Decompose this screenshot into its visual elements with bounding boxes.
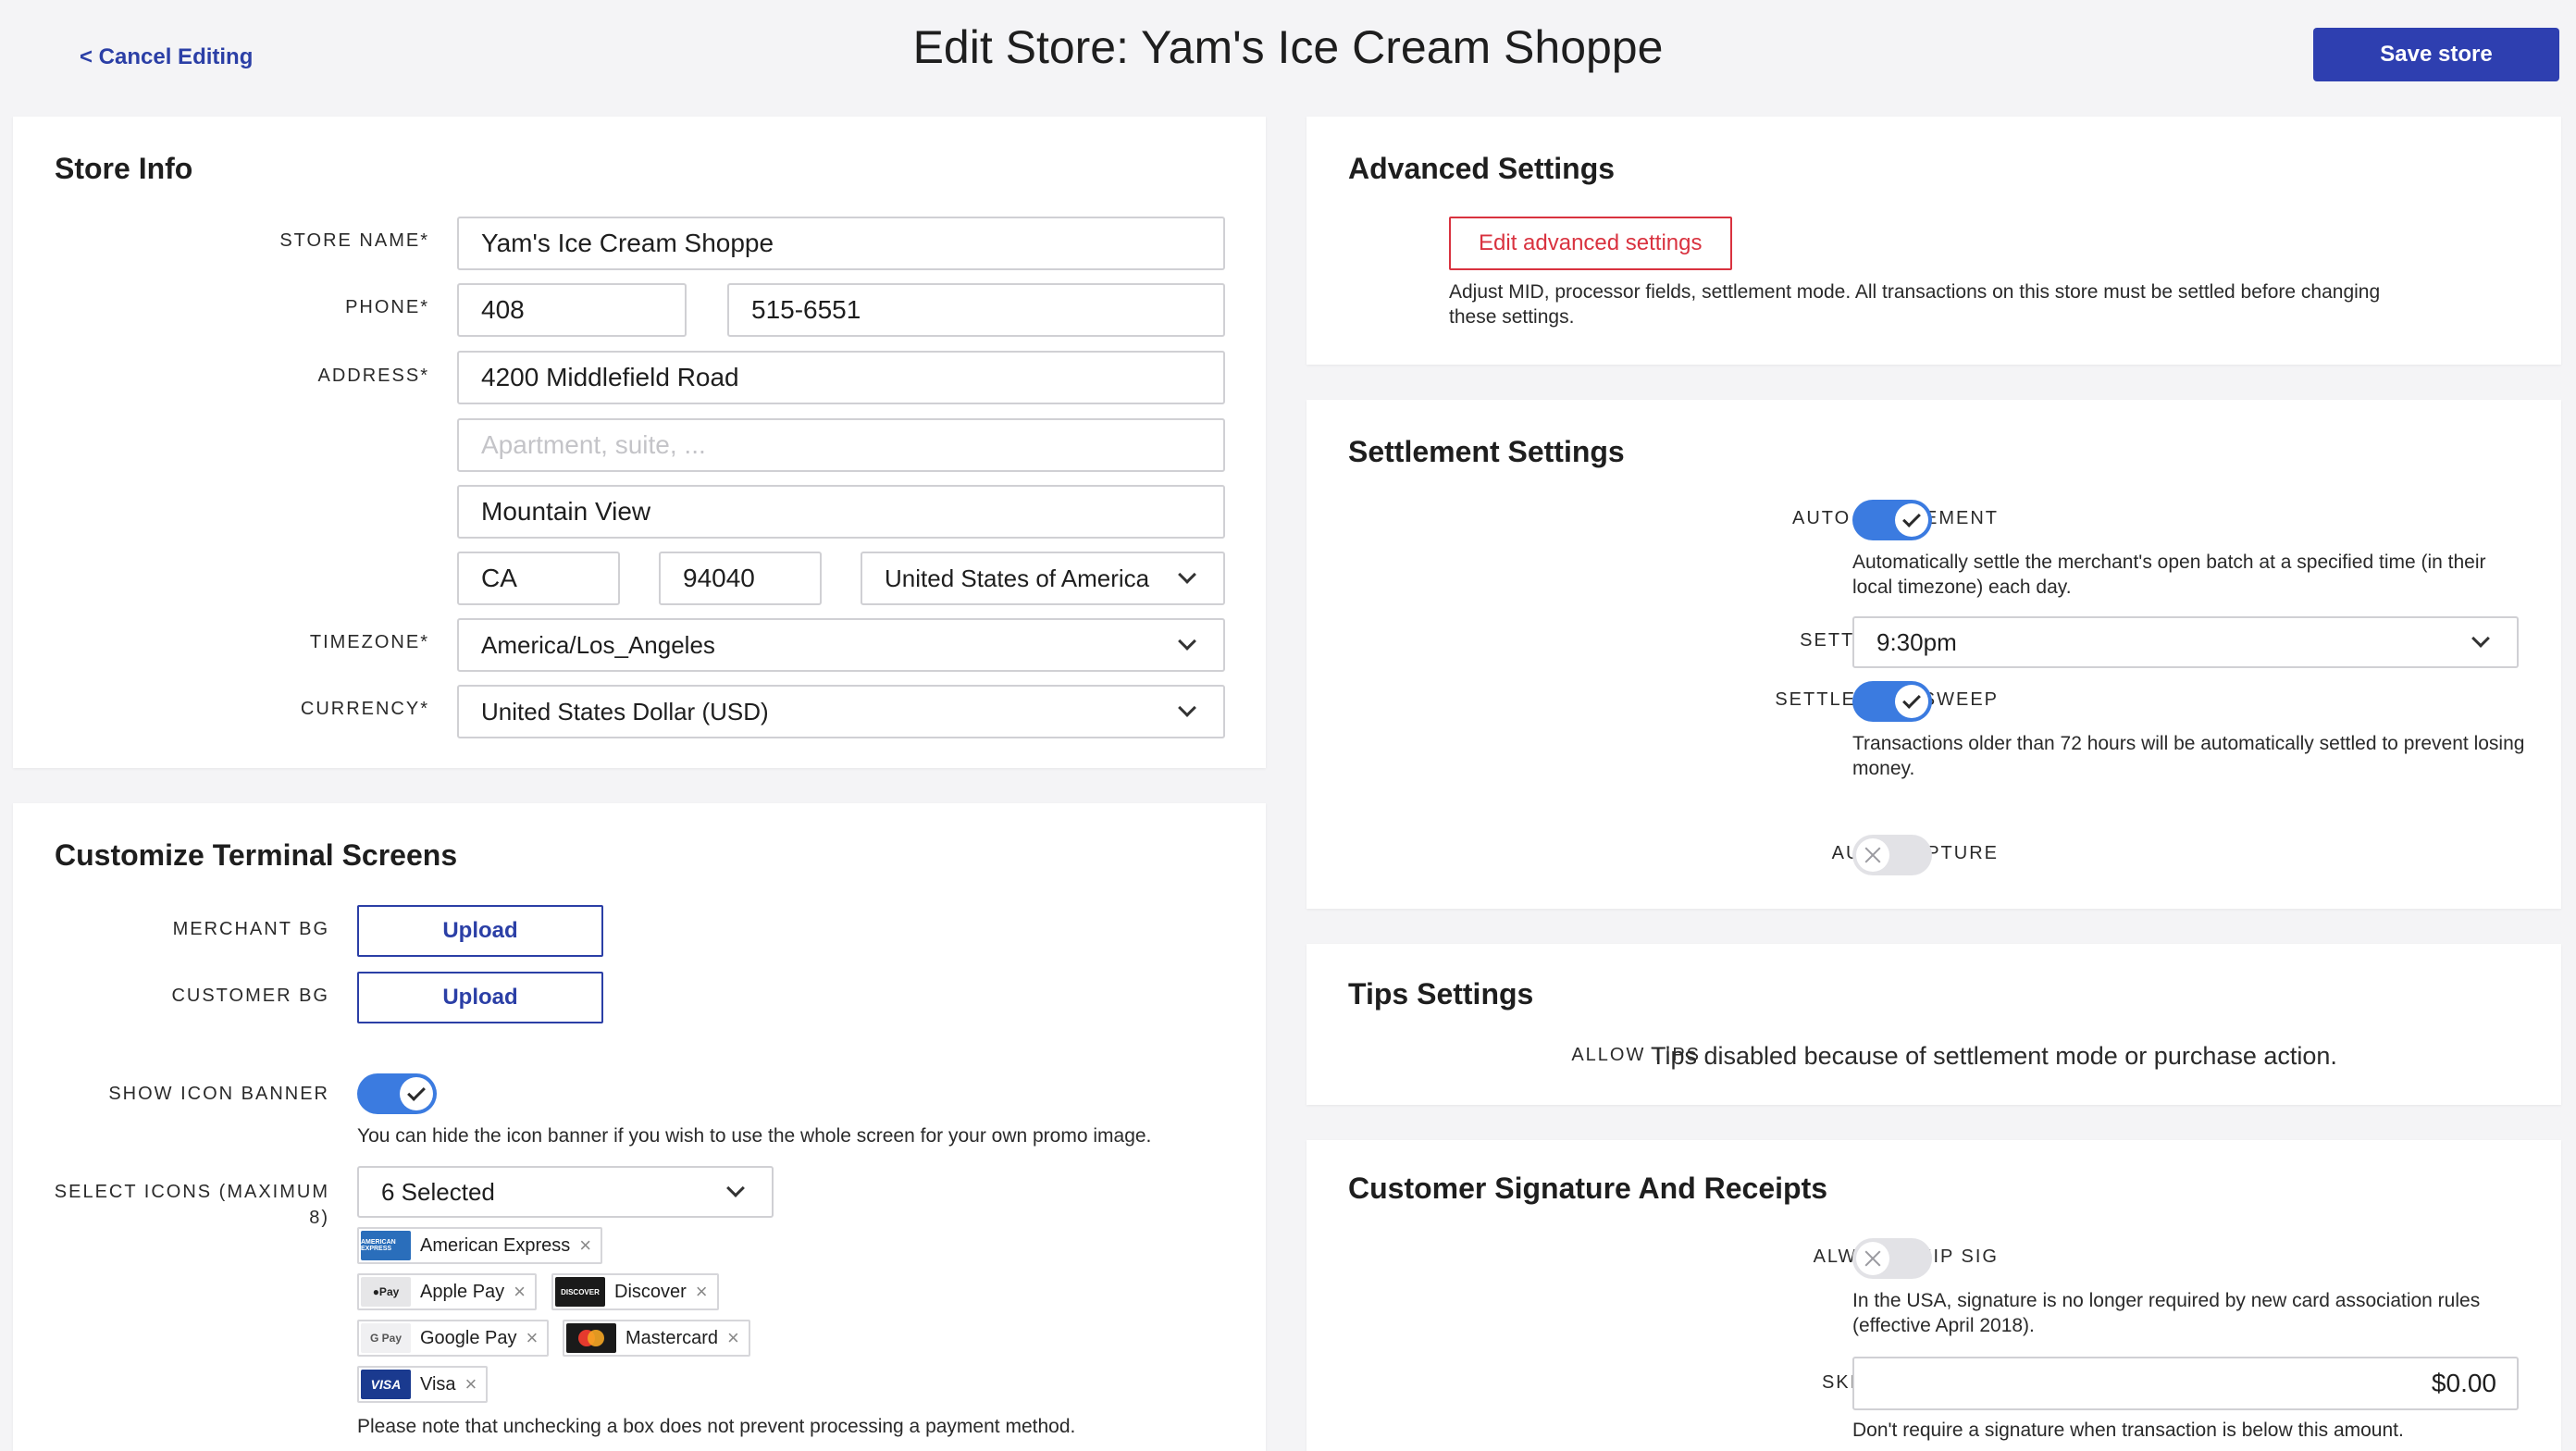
currency-select[interactable]: United States Dollar (USD) (457, 685, 1225, 738)
check-icon (1902, 508, 1921, 527)
settlement-settings-title: Settlement Settings (1348, 435, 1625, 468)
skip-sig-below-help: Don't require a signature when transacti… (1852, 1420, 2404, 1441)
settlement-sweep-help: Transactions older than 72 hours will be… (1852, 733, 2525, 780)
terminal-screens-card: Customize Terminal Screens MERCHANT BG U… (13, 803, 1266, 1451)
timezone-label: TIMEZONE* (309, 632, 429, 652)
select-icons-label: SELECT ICONS (MAXIMUM 8) (54, 1182, 329, 1228)
advanced-settings-help: Adjust MID, processor fields, settlement… (1449, 281, 2381, 329)
country-select-value: United States of America (885, 564, 1150, 592)
country-select[interactable]: United States of America (861, 552, 1225, 605)
icon-chip-google-pay: G Pay Google Pay × (357, 1320, 550, 1357)
settlement-sweep-toggle[interactable] (1852, 681, 1932, 722)
chevron-down-icon (1178, 565, 1196, 584)
mastercard-circles-icon (578, 1330, 604, 1346)
signature-receipts-card: Customer Signature And Receipts ALWAYS S… (1307, 1140, 2561, 1451)
settlement-settings-card: Settlement Settings AUTO SETTLEMENT Auto… (1307, 400, 2561, 909)
allow-tips-text: Tips disabled because of settlement mode… (1651, 1042, 2337, 1070)
icons-select-value: 6 Selected (381, 1177, 495, 1206)
icons-select[interactable]: 6 Selected (357, 1166, 774, 1218)
icons-note: Please note that unchecking a box does n… (357, 1416, 1076, 1437)
timezone-select-value: America/Los_Angeles (481, 630, 715, 659)
chip-label: Mastercard (625, 1327, 719, 1348)
icon-banner-toggle[interactable] (357, 1073, 437, 1114)
apple-pay-logo-icon: ●Pay (361, 1277, 411, 1307)
advanced-settings-title: Advanced Settings (1348, 152, 1616, 185)
currency-label: CURRENCY* (300, 699, 429, 719)
remove-chip-icon[interactable]: × (696, 1282, 708, 1302)
edit-advanced-settings-button[interactable]: Edit advanced settings (1449, 217, 1732, 270)
visa-logo-icon: VISA (361, 1370, 411, 1399)
amex-logo-icon: AMERICAN EXPRESS (361, 1231, 411, 1260)
customer-bg-upload-button[interactable]: Upload (357, 972, 603, 1023)
terminal-screens-title: Customize Terminal Screens (55, 838, 458, 872)
signature-receipts-title: Customer Signature And Receipts (1348, 1172, 1828, 1205)
phone-number-input[interactable] (727, 283, 1225, 337)
icon-chip-apple-pay: ●Pay Apple Pay × (357, 1273, 538, 1310)
zip-input[interactable] (659, 552, 822, 605)
page-title: Edit Store: Yam's Ice Cream Shoppe (912, 21, 1664, 73)
remove-chip-icon[interactable]: × (579, 1235, 591, 1256)
chevron-down-icon (2471, 629, 2490, 648)
check-icon (407, 1082, 426, 1101)
address-label: ADDRESS* (317, 366, 429, 386)
address-line2-input[interactable] (457, 418, 1225, 472)
chip-label: Visa (420, 1373, 456, 1395)
google-pay-logo-icon: G Pay (361, 1323, 411, 1353)
skip-sig-below-input[interactable] (1852, 1357, 2519, 1410)
remove-chip-icon[interactable]: × (465, 1374, 477, 1395)
store-info-title: Store Info (55, 152, 193, 185)
discover-logo-icon: DISCOVER (555, 1277, 605, 1307)
chevron-down-icon (726, 1179, 745, 1197)
phone-label: PHONE* (345, 297, 429, 317)
advanced-settings-card: Advanced Settings Edit advanced settings… (1307, 117, 2561, 365)
tips-settings-card: Tips Settings ALLOW TIPS Tips disabled b… (1307, 944, 2561, 1105)
icon-banner-label: SHOW ICON BANNER (108, 1084, 329, 1104)
remove-chip-icon[interactable]: × (727, 1328, 739, 1348)
close-icon (1864, 846, 1882, 864)
chip-label: Apple Pay (420, 1281, 505, 1302)
timezone-select[interactable]: America/Los_Angeles (457, 618, 1225, 672)
chip-label: Discover (614, 1281, 687, 1302)
icon-chip-discover: DISCOVER Discover × (551, 1273, 719, 1310)
chip-label: Google Pay (420, 1327, 517, 1348)
store-name-label: STORE NAME* (279, 230, 429, 251)
store-name-input[interactable] (457, 217, 1225, 270)
chevron-down-icon (1178, 699, 1196, 717)
tips-settings-title: Tips Settings (1348, 977, 1534, 1011)
remove-chip-icon[interactable]: × (526, 1328, 539, 1348)
icon-chip-american-express: AMERICAN EXPRESS American Express × (357, 1227, 603, 1264)
merchant-bg-upload-button[interactable]: Upload (357, 905, 603, 957)
store-info-card: Store Info STORE NAME* PHONE* ADDRESS* U… (13, 117, 1266, 768)
save-store-button[interactable]: Save store (2313, 28, 2559, 81)
auto-settlement-toggle[interactable] (1852, 500, 1932, 540)
city-input[interactable] (457, 485, 1225, 539)
merchant-bg-label: MERCHANT BG (172, 919, 329, 939)
always-skip-sig-toggle[interactable] (1852, 1238, 1932, 1279)
chevron-down-icon (1178, 632, 1196, 651)
phone-area-input[interactable] (457, 283, 687, 337)
icon-chip-visa: VISA Visa × (357, 1366, 489, 1403)
mastercard-logo-icon (566, 1323, 616, 1353)
always-skip-sig-help: In the USA, signature is no longer requi… (1852, 1290, 2481, 1337)
customer-bg-label: CUSTOMER BG (171, 986, 329, 1006)
settlement-time-value: 9:30pm (1876, 627, 1957, 656)
icon-banner-help: You can hide the icon banner if you wish… (357, 1125, 1152, 1147)
close-icon (1864, 1249, 1882, 1268)
auto-capture-toggle[interactable] (1852, 835, 1932, 875)
auto-settlement-help: Automatically settle the merchant's open… (1852, 552, 2486, 599)
currency-select-value: United States Dollar (USD) (481, 697, 769, 726)
check-icon (1902, 689, 1921, 709)
chip-label: American Express (420, 1234, 571, 1256)
icon-chip-mastercard: Mastercard × (563, 1320, 750, 1357)
address-line1-input[interactable] (457, 351, 1225, 404)
settlement-time-select[interactable]: 9:30pm (1852, 616, 2519, 668)
state-input[interactable] (457, 552, 620, 605)
remove-chip-icon[interactable]: × (514, 1282, 526, 1302)
